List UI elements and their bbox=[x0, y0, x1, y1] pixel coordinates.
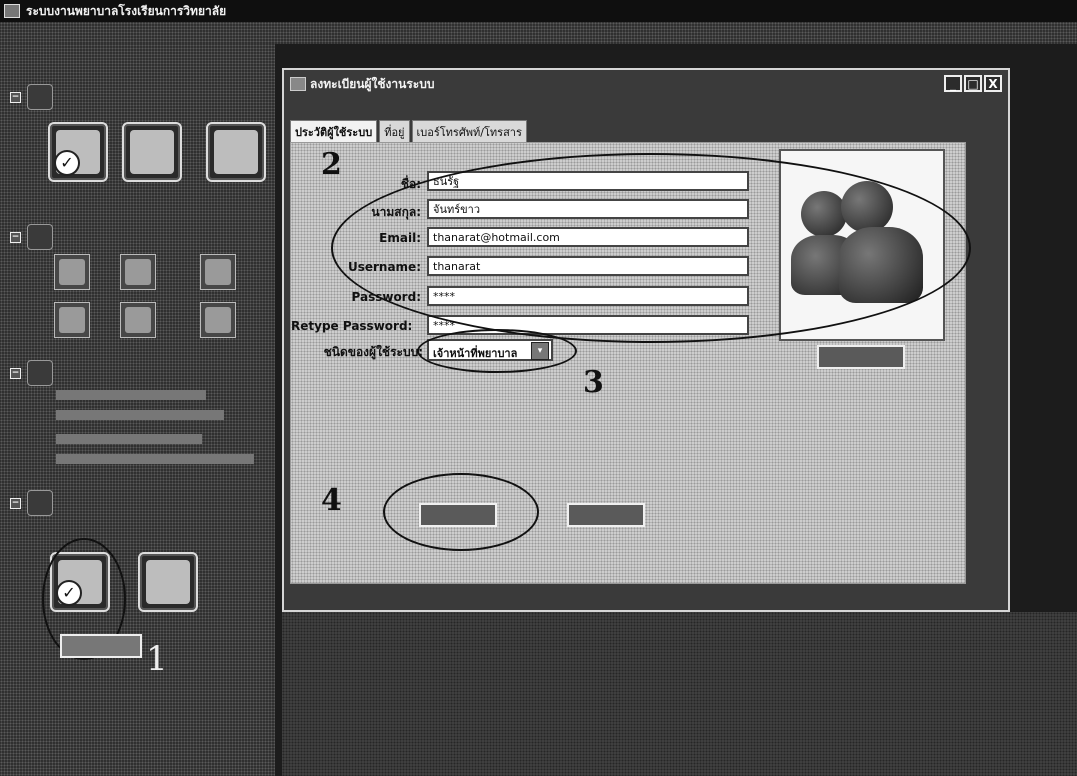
app-titlebar: ระบบงานพยาบาลโรงเรียนการวิทยาลัย bbox=[0, 0, 1077, 22]
surname-label: นามสกุล: bbox=[371, 205, 421, 219]
people-icon bbox=[27, 84, 53, 110]
user-list-icon bbox=[130, 130, 174, 174]
check-icon: ✓ bbox=[54, 150, 80, 176]
form-panel: 2 ชื่อ: นามสกุล: Email: Username: Passwo… bbox=[290, 142, 971, 584]
collapse-toggle[interactable]: − bbox=[10, 91, 21, 103]
callout-4: 4 bbox=[321, 483, 342, 518]
tile-medicine-1[interactable] bbox=[54, 254, 90, 290]
name-input[interactable] bbox=[427, 171, 749, 191]
group-header-reports[interactable]: − bbox=[10, 360, 53, 386]
users-photo-icon-2 bbox=[841, 181, 893, 233]
password-label: Password: bbox=[351, 290, 422, 304]
upload-photo-button[interactable] bbox=[817, 345, 905, 369]
window-icon bbox=[290, 77, 306, 91]
report-icon bbox=[27, 360, 53, 386]
callout-3: 3 bbox=[583, 365, 604, 400]
warning-icon bbox=[125, 259, 151, 285]
tab-address[interactable]: ที่อยู่ bbox=[379, 120, 410, 144]
report-link-1[interactable] bbox=[56, 390, 206, 400]
surname-input[interactable] bbox=[427, 199, 749, 219]
email-label: Email: bbox=[379, 231, 421, 245]
collapse-toggle[interactable]: − bbox=[10, 497, 21, 509]
tile-user-list[interactable] bbox=[122, 122, 182, 182]
tile-add-user[interactable]: ✓ bbox=[50, 552, 110, 612]
check-icon: ✓ bbox=[56, 580, 82, 606]
users-photo-body-2 bbox=[839, 227, 923, 303]
menubar bbox=[0, 22, 1077, 44]
warning-icon bbox=[125, 307, 151, 333]
group-header-medicine[interactable]: − bbox=[10, 224, 53, 250]
tab-strip: ประวัติผู้ใช้ระบบ ที่อยู่ เบอร์โทรศัพท์/… bbox=[290, 120, 527, 144]
username-input[interactable] bbox=[427, 256, 749, 276]
user-type-label: ชนิดของผู้ใช้ระบบ: bbox=[323, 345, 423, 359]
cancel-button[interactable] bbox=[567, 503, 645, 527]
callout-1: 1 bbox=[146, 639, 168, 679]
tile-medicine-2[interactable] bbox=[120, 254, 156, 290]
tab-user-profile[interactable]: ประวัติผู้ใช้ระบบ bbox=[290, 120, 378, 144]
users-photo-icon bbox=[801, 191, 847, 237]
pill-icon bbox=[59, 307, 85, 333]
save-button[interactable] bbox=[419, 503, 497, 527]
window-titlebar: ลงทะเบียนผู้ใช้งานระบบ _ □ X bbox=[284, 70, 1008, 98]
tile-register-user[interactable]: ✓ bbox=[48, 122, 108, 182]
password-input[interactable] bbox=[427, 286, 749, 306]
close-button[interactable]: X bbox=[984, 75, 1002, 92]
email-input[interactable] bbox=[427, 227, 749, 247]
retype-password-label: Retype Password: bbox=[291, 319, 413, 333]
report-link-2[interactable] bbox=[56, 410, 224, 420]
maximize-button[interactable]: □ bbox=[964, 75, 982, 92]
retype-password-input[interactable] bbox=[427, 315, 749, 335]
tile-medicine-4[interactable] bbox=[54, 302, 90, 338]
user-admin-icon bbox=[27, 490, 53, 516]
user-photo bbox=[779, 149, 945, 341]
stock-icon bbox=[205, 259, 231, 285]
desktop-background bbox=[282, 612, 1077, 776]
tab-phone-fax[interactable]: เบอร์โทรศัพท์/โทรสาร bbox=[411, 120, 527, 144]
username-label: Username: bbox=[347, 260, 421, 274]
stock-icon bbox=[205, 307, 231, 333]
report-link-3[interactable] bbox=[56, 434, 202, 444]
tile-medicine-6[interactable] bbox=[200, 302, 236, 338]
app-window-icon bbox=[4, 4, 20, 18]
medicine-icon bbox=[27, 224, 53, 250]
collapse-toggle[interactable]: − bbox=[10, 367, 21, 379]
app-title: ระบบงานพยาบาลโรงเรียนการวิทยาลัย bbox=[26, 3, 227, 18]
user-search-icon bbox=[214, 130, 258, 174]
register-user-window: ลงทะเบียนผู้ใช้งานระบบ _ □ X ประวัติผู้ใ… bbox=[282, 68, 1010, 612]
pill-icon bbox=[59, 259, 85, 285]
tile-medicine-5[interactable] bbox=[120, 302, 156, 338]
name-label: ชื่อ: bbox=[400, 177, 421, 191]
group-header-users[interactable]: − bbox=[10, 84, 53, 110]
sidebar-action-button[interactable] bbox=[60, 634, 142, 658]
window-title: ลงทะเบียนผู้ใช้งานระบบ bbox=[310, 76, 435, 91]
user-type-select[interactable]: เจ้าหน้าที่พยาบาล ▾ bbox=[427, 339, 553, 361]
user-report-icon bbox=[146, 560, 190, 604]
report-link-4[interactable] bbox=[56, 454, 254, 464]
group-header-settings[interactable]: − bbox=[10, 490, 53, 516]
tile-user-report[interactable] bbox=[138, 552, 198, 612]
minimize-button[interactable]: _ bbox=[944, 75, 962, 92]
sidebar: − ✓ − − − ✓ 1 bbox=[0, 44, 275, 776]
tile-user-search[interactable] bbox=[206, 122, 266, 182]
tile-medicine-3[interactable] bbox=[200, 254, 236, 290]
user-type-value: เจ้าหน้าที่พยาบาล bbox=[433, 347, 518, 360]
collapse-toggle[interactable]: − bbox=[10, 231, 21, 243]
chevron-down-icon[interactable]: ▾ bbox=[531, 342, 549, 360]
